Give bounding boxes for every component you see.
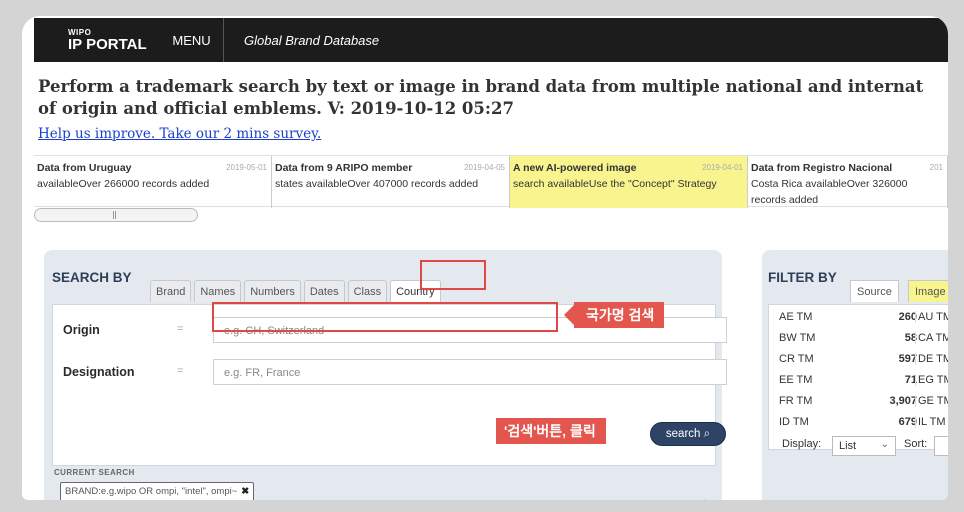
filter-by-heading: FILTER BY: [768, 270, 837, 285]
news-text: states availableOver 407000 records adde…: [275, 178, 479, 190]
news-text: availableOver 266000 records added: [37, 178, 210, 190]
designation-operator: =: [177, 365, 184, 377]
top-navigation-bar: WIPO IP PORTAL MENU Global Brand Databas…: [34, 18, 948, 62]
display-label: Display:: [782, 438, 822, 450]
sort-label: Sort:: [904, 438, 928, 450]
filter-row[interactable]: FR TM 3,907GE TM: [779, 395, 948, 415]
source-filter-list: AE TM 260 AU TM BW TM 58 CA TM CR TM 597 DE TM…: [768, 304, 948, 450]
search-button[interactable]: search ⌕: [650, 422, 726, 446]
search-panel: SEARCH BY Brand Names Numbers Dates Clas…: [44, 250, 727, 500]
country-tab-highlight: [420, 260, 486, 290]
source-code: FR TM: [779, 395, 813, 407]
current-search-label: CURRENT SEARCH: [54, 468, 135, 477]
news-title: Data from 9 ARIPO member: [275, 162, 413, 174]
browser-viewport: WIPO IP PORTAL MENU Global Brand Databas…: [22, 16, 948, 500]
current-search-box: CURRENT SEARCH BRAND:e.g.wipo OR ompi, "…: [52, 466, 716, 500]
news-title: A new AI-powered image: [513, 162, 637, 174]
filter-row[interactable]: AE TM 260 AU TM: [779, 311, 948, 331]
page-headline: Perform a trademark search by text or im…: [38, 76, 948, 120]
tab-numbers[interactable]: Numbers: [244, 280, 301, 302]
tab-source[interactable]: Source: [850, 280, 899, 302]
source-code: CA TM: [915, 332, 948, 344]
current-search-chip[interactable]: BRAND:e.g.wipo OR ompi, "intel", ompi~ ✖: [60, 482, 255, 500]
tab-brand[interactable]: Brand: [150, 280, 192, 302]
logo-big-text: IP PORTAL: [68, 35, 147, 53]
news-date: 2019-04-05: [464, 163, 505, 172]
designation-input[interactable]: e.g. FR, France: [213, 359, 727, 385]
callout-country-search: 국가명 검색: [563, 302, 665, 328]
source-code: CR TM: [779, 353, 814, 365]
news-date: 2019-05-01: [226, 163, 267, 172]
source-code: EE TM: [779, 374, 813, 386]
source-code: AE TM: [779, 311, 813, 323]
source-code: DE TM: [915, 353, 948, 365]
search-button-label: search: [665, 428, 701, 440]
trash-icon[interactable]: ▲: [700, 497, 710, 500]
chip-text: BRAND:e.g.wipo OR ompi, "intel", ompi~: [65, 486, 238, 497]
search-icon: ⌕: [703, 428, 711, 440]
news-item[interactable]: 201 Data from Registro Nacional Costa Ri…: [748, 156, 948, 208]
designation-label: Designation: [63, 365, 135, 379]
tab-image[interactable]: Image: [908, 280, 948, 302]
news-ticker: 2019-05-01 Data from Uruguay availableOv…: [34, 155, 948, 208]
filter-row[interactable]: EE TM71EG TM: [779, 374, 948, 394]
callout-click-search: '검색'버튼, 클릭: [496, 418, 606, 444]
tab-names[interactable]: Names: [194, 280, 242, 302]
source-code: AU TM: [915, 311, 948, 323]
news-item[interactable]: 2019-04-05 Data from 9 ARIPO member stat…: [272, 156, 510, 208]
news-date: 201: [929, 163, 943, 172]
news-item-highlighted[interactable]: 2019-04-01 A new AI-powered image search…: [510, 156, 748, 208]
tab-dates[interactable]: Dates: [303, 280, 345, 302]
search-tabs: Brand Names Numbers Dates Class Country: [150, 280, 444, 302]
source-code: EG TM: [915, 374, 948, 386]
database-title: Global Brand Database: [244, 32, 380, 48]
filter-row[interactable]: CR TM 597 DE TM: [779, 353, 948, 373]
filter-row[interactable]: ID TM 679 IL TM: [779, 416, 948, 436]
remove-chip-icon[interactable]: ✖: [241, 486, 249, 497]
origin-label: Origin: [63, 323, 100, 337]
source-code: IL TM: [915, 416, 946, 428]
wipo-ip-portal-logo[interactable]: WIPO IP PORTAL: [34, 28, 160, 53]
headline-line-2: of origin and official emblems. V: 2019-…: [38, 99, 514, 118]
display-value: List: [839, 440, 857, 452]
news-item[interactable]: 2019-05-01 Data from Uruguay availableOv…: [34, 156, 272, 208]
news-text: search availableUse the "Concept" Strate…: [513, 178, 717, 190]
scrollbar-thumb[interactable]: [113, 211, 116, 219]
menu-button[interactable]: MENU: [160, 18, 224, 62]
display-select[interactable]: List ⌄: [832, 436, 896, 456]
chevron-down-icon: ⌄: [880, 439, 889, 450]
sort-select[interactable]: [934, 436, 948, 456]
news-title: Data from Uruguay: [37, 162, 132, 174]
origin-operator: =: [177, 323, 184, 335]
news-text: Costa Rica availableOver 326000 records …: [751, 178, 908, 206]
news-scrollbar[interactable]: [34, 208, 198, 222]
search-by-heading: SEARCH BY: [52, 270, 132, 285]
source-count: 3,907: [889, 395, 917, 407]
source-code: ID TM: [779, 416, 809, 428]
tab-class[interactable]: Class: [347, 280, 388, 302]
source-code: GE TM: [915, 395, 948, 407]
source-code: BW TM: [779, 332, 816, 344]
origin-field-highlight: [212, 302, 558, 332]
survey-link[interactable]: Help us improve. Take our 2 mins survey.: [38, 126, 321, 142]
headline-line-1: Perform a trademark search by text or im…: [38, 77, 924, 96]
filter-row[interactable]: BW TM 58 CA TM: [779, 332, 948, 352]
filter-panel: FILTER BY Source Image AE TM 260 AU TM BW …: [762, 250, 948, 500]
news-date: 2019-04-01: [702, 163, 743, 172]
news-title: Data from Registro Nacional: [751, 162, 893, 174]
